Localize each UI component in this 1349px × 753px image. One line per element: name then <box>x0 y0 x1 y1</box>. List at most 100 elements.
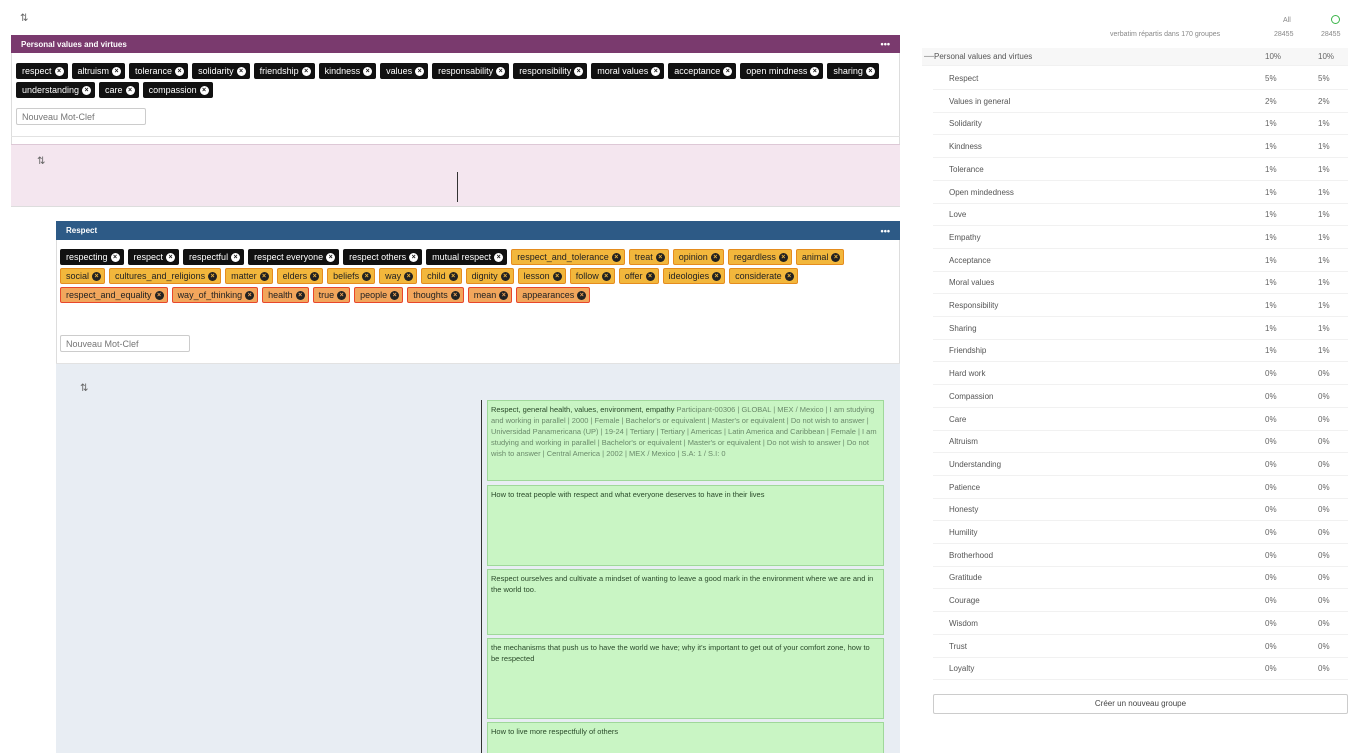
keyword-tag-care[interactable]: care × <box>99 82 139 98</box>
new-keyword-input[interactable] <box>16 108 146 125</box>
remove-tag-icon[interactable]: × <box>574 66 584 76</box>
keyword-tag-respect-others[interactable]: respect others × <box>343 249 423 265</box>
verbatim-card[interactable]: the mechanisms that push us to have the … <box>487 638 884 719</box>
keyword-tag-social[interactable]: social × <box>60 268 106 284</box>
remove-tag-icon[interactable]: × <box>552 271 562 281</box>
remove-tag-icon[interactable]: × <box>409 252 419 262</box>
keyword-tag-follow[interactable]: follow × <box>569 268 615 284</box>
keyword-tag-opinion[interactable]: opinion × <box>672 249 724 265</box>
keyword-tag-respectful[interactable]: respectful × <box>183 249 245 265</box>
keyword-tag-health[interactable]: health × <box>262 287 309 303</box>
remove-tag-icon[interactable]: × <box>499 290 509 300</box>
keyword-tag-tolerance[interactable]: tolerance × <box>129 63 189 79</box>
keyword-tag-moral-values[interactable]: moral values × <box>591 63 665 79</box>
group-menu-icon[interactable]: ••• <box>881 39 890 49</box>
group-menu-icon[interactable]: ••• <box>881 226 890 236</box>
subgroup-row-solidarity[interactable]: Solidarity 1% 1% <box>933 113 1348 136</box>
group-row-personal-values[interactable]: — Personal values and virtues 10% 10% <box>922 48 1348 66</box>
keyword-tag-kindness[interactable]: kindness × <box>318 63 377 79</box>
keyword-tag-appearances[interactable]: appearances × <box>516 287 591 303</box>
remove-tag-icon[interactable]: × <box>175 66 185 76</box>
verbatim-card[interactable]: Respect ourselves and cultivate a mindse… <box>487 569 884 635</box>
keyword-tag-understanding[interactable]: understanding × <box>16 82 96 98</box>
remove-tag-icon[interactable]: × <box>450 290 460 300</box>
remove-tag-icon[interactable]: × <box>645 271 655 281</box>
keyword-tag-open-mindness[interactable]: open mindness × <box>740 63 824 79</box>
subgroup-row-wisdom[interactable]: Wisdom 0% 0% <box>933 613 1348 635</box>
subgroup-row-friendship[interactable]: Friendship 1% 1% <box>933 340 1348 363</box>
keyword-tag-animal[interactable]: animal × <box>795 249 845 265</box>
remove-tag-icon[interactable]: × <box>259 271 269 281</box>
remove-tag-icon[interactable]: × <box>778 252 788 262</box>
remove-tag-icon[interactable]: × <box>831 252 841 262</box>
remove-tag-icon[interactable]: × <box>199 85 209 95</box>
keyword-tag-mutual-respect[interactable]: mutual respect × <box>426 249 508 265</box>
verbatim-card[interactable]: How to live more respectfully of others <box>487 722 884 753</box>
subgroup-row-courage[interactable]: Courage 0% 0% <box>933 590 1348 613</box>
remove-tag-icon[interactable]: × <box>655 252 665 262</box>
remove-tag-icon[interactable]: × <box>154 290 164 300</box>
subgroup-row-brotherhood[interactable]: Brotherhood 0% 0% <box>933 545 1348 567</box>
keyword-tag-true[interactable]: true × <box>312 287 351 303</box>
subgroup-row-respect[interactable]: Respect 5% 5% <box>933 68 1348 90</box>
keyword-tag-responsibility[interactable]: responsibility × <box>513 63 588 79</box>
keyword-tag-dignity[interactable]: dignity × <box>465 268 514 284</box>
remove-tag-icon[interactable]: × <box>326 252 336 262</box>
remove-tag-icon[interactable]: × <box>710 252 720 262</box>
keyword-tag-respect-everyone[interactable]: respect everyone × <box>248 249 340 265</box>
remove-tag-icon[interactable]: × <box>712 271 722 281</box>
remove-tag-icon[interactable]: × <box>500 271 510 281</box>
keyword-tag-respect[interactable]: respect × <box>127 249 180 265</box>
remove-tag-icon[interactable]: × <box>651 66 661 76</box>
remove-tag-icon[interactable]: × <box>166 252 176 262</box>
keyword-tag-friendship[interactable]: friendship × <box>253 63 315 79</box>
subgroup-row-sharing[interactable]: Sharing 1% 1% <box>933 318 1348 340</box>
subgroup-row-care[interactable]: Care 0% 0% <box>933 409 1348 431</box>
remove-tag-icon[interactable]: × <box>390 290 400 300</box>
collapse-icon[interactable]: — <box>922 51 934 62</box>
remove-tag-icon[interactable]: × <box>112 66 122 76</box>
subgroup-row-values-in-general[interactable]: Values in general 2% 2% <box>933 91 1348 113</box>
remove-tag-icon[interactable]: × <box>310 271 320 281</box>
remove-tag-icon[interactable]: × <box>110 252 120 262</box>
keyword-tag-respect-and-equality[interactable]: respect_and_equality × <box>60 287 168 303</box>
keyword-tag-respecting[interactable]: respecting × <box>60 249 124 265</box>
remove-tag-icon[interactable]: × <box>125 85 135 95</box>
remove-tag-icon[interactable]: × <box>208 271 218 281</box>
keyword-tag-offer[interactable]: offer × <box>618 268 659 284</box>
keyword-tag-beliefs[interactable]: beliefs × <box>327 268 376 284</box>
remove-tag-icon[interactable]: × <box>92 271 102 281</box>
keyword-tag-thoughts[interactable]: thoughts × <box>407 287 464 303</box>
remove-tag-icon[interactable]: × <box>236 66 246 76</box>
sort-icon[interactable]: ⇅ <box>37 156 45 167</box>
subgroup-dropzone[interactable] <box>11 144 900 206</box>
subgroup-row-tolerance[interactable]: Tolerance 1% 1% <box>933 159 1348 181</box>
remove-tag-icon[interactable]: × <box>82 85 92 95</box>
subgroup-row-kindness[interactable]: Kindness 1% 1% <box>933 136 1348 159</box>
subgroup-row-understanding[interactable]: Understanding 0% 0% <box>933 454 1348 476</box>
new-keyword-input[interactable] <box>60 335 190 352</box>
remove-tag-icon[interactable]: × <box>337 290 347 300</box>
remove-tag-icon[interactable]: × <box>494 252 504 262</box>
remove-tag-icon[interactable]: × <box>404 271 414 281</box>
remove-tag-icon[interactable]: × <box>448 271 458 281</box>
sort-icon[interactable]: ⇅ <box>80 383 88 394</box>
keyword-tag-mean[interactable]: mean × <box>467 287 513 303</box>
remove-tag-icon[interactable]: × <box>231 252 241 262</box>
subgroup-row-hard-work[interactable]: Hard work 0% 0% <box>933 363 1348 386</box>
keyword-tag-elders[interactable]: elders × <box>276 268 324 284</box>
keyword-tag-responsability[interactable]: responsability × <box>432 63 510 79</box>
subgroup-row-trust[interactable]: Trust 0% 0% <box>933 636 1348 658</box>
subgroup-row-acceptance[interactable]: Acceptance 1% 1% <box>933 250 1348 272</box>
keyword-tag-acceptance[interactable]: acceptance × <box>668 63 737 79</box>
subgroup-row-honesty[interactable]: Honesty 0% 0% <box>933 499 1348 522</box>
create-group-button[interactable]: Créer un nouveau groupe <box>933 694 1348 714</box>
remove-tag-icon[interactable]: × <box>362 271 372 281</box>
remove-tag-icon[interactable]: × <box>301 66 311 76</box>
keyword-tag-way-of-thinking[interactable]: way_of_thinking × <box>171 287 259 303</box>
keyword-tag-sharing[interactable]: sharing × <box>827 63 879 79</box>
subgroup-row-responsibility[interactable]: Responsibility 1% 1% <box>933 295 1348 317</box>
remove-tag-icon[interactable]: × <box>245 290 255 300</box>
subgroup-row-altruism[interactable]: Altruism 0% 0% <box>933 431 1348 454</box>
keyword-tag-values[interactable]: values × <box>380 63 429 79</box>
